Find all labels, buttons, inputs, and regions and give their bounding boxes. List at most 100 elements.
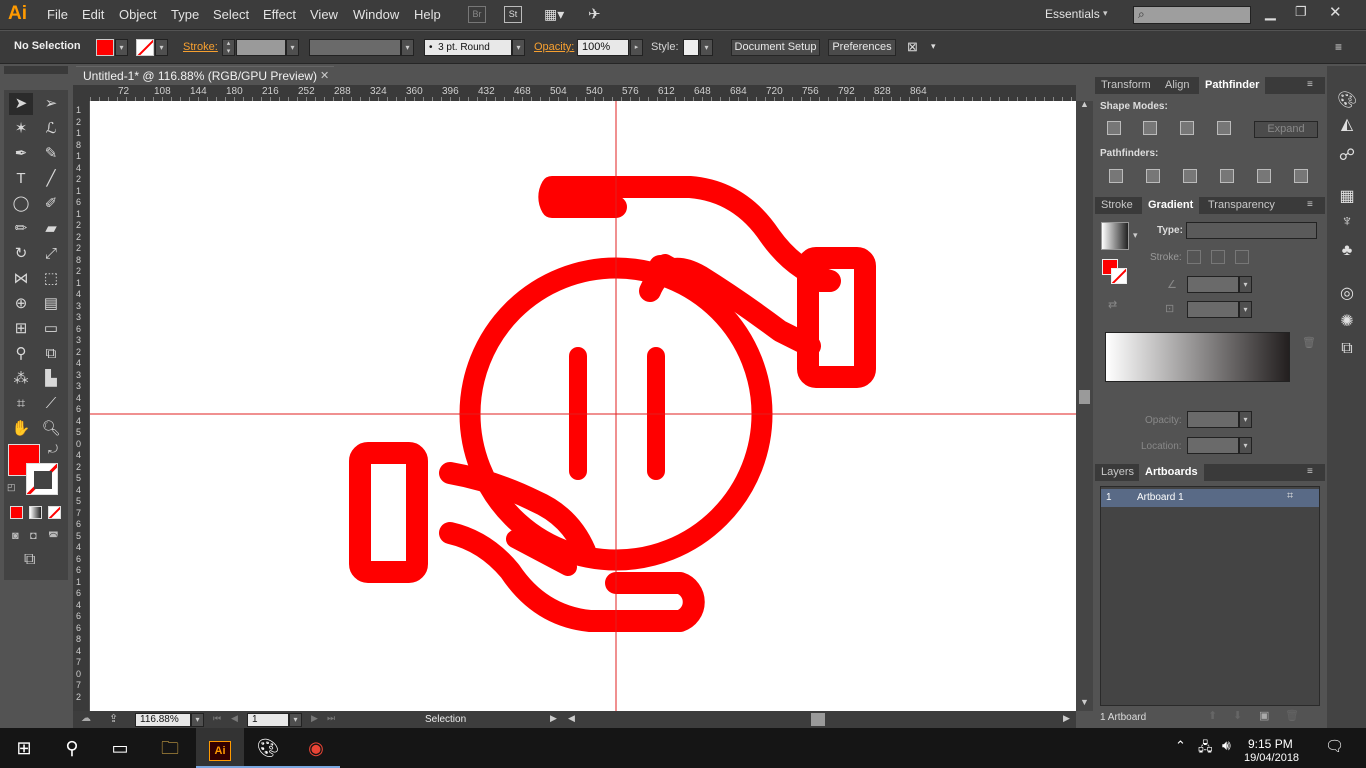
mesh-tool-icon[interactable]: ⊞	[9, 318, 33, 340]
workspace-chevron-icon[interactable]: ▾	[1103, 8, 1108, 19]
color-guide-icon[interactable]: ◭	[1337, 115, 1357, 135]
outline-icon[interactable]	[1257, 169, 1271, 183]
draw-inside-icon[interactable]: ◚	[48, 530, 59, 543]
color-mode-button[interactable]	[10, 506, 23, 519]
screen-mode-icon[interactable]: ⧉	[24, 551, 35, 569]
artboard-number-field[interactable]: 1	[247, 713, 289, 727]
close-tab-icon[interactable]: ✕	[320, 67, 329, 85]
pathfinder-menu-icon[interactable]: ≡	[1307, 79, 1313, 90]
divide-icon[interactable]	[1109, 169, 1123, 183]
exclude-icon[interactable]	[1217, 121, 1231, 135]
vertical-scrollbar[interactable]: ▲ ▼	[1076, 99, 1093, 711]
ruler-origin[interactable]	[73, 85, 90, 101]
task-view-icon[interactable]: ▭	[96, 728, 144, 768]
cortana-search-icon[interactable]: ⚲	[48, 728, 96, 768]
arrange-documents-icon[interactable]: ▦▾	[544, 6, 564, 23]
first-artboard-icon[interactable]: ⏮	[213, 713, 221, 724]
restore-icon[interactable]: ❐	[1295, 4, 1307, 20]
stop-location-dropdown[interactable]: ▾	[1239, 437, 1252, 454]
delete-stop-icon[interactable]: 🗑︎	[1302, 336, 1316, 349]
document-setup-button[interactable]: Document Setup	[731, 39, 820, 56]
stroke-weight-field[interactable]	[236, 39, 286, 56]
intersect-icon[interactable]	[1180, 121, 1194, 135]
perspective-grid-icon[interactable]: ▤	[39, 293, 63, 315]
gradient-type-select[interactable]	[1186, 222, 1317, 239]
vertical-scroll-thumb[interactable]	[1079, 390, 1090, 404]
tab-transform[interactable]: Transform	[1095, 77, 1157, 94]
artboard-options-icon[interactable]: ⌗	[1287, 490, 1293, 503]
menu-file[interactable]: File	[47, 7, 68, 22]
tab-layers[interactable]: Layers	[1095, 464, 1140, 481]
none-mode-button[interactable]	[48, 506, 61, 519]
move-up-icon[interactable]: ⬆	[1208, 709, 1217, 722]
align-chevron-icon[interactable]: ▾	[931, 41, 936, 52]
preferences-button[interactable]: Preferences	[828, 39, 896, 56]
hand-bottom-cuff[interactable]	[349, 442, 428, 583]
paint-app-icon[interactable]: 🎨︎	[244, 728, 292, 768]
hand-tool-icon[interactable]: ✋	[9, 418, 33, 440]
delete-artboard-icon[interactable]: 🗑︎	[1285, 709, 1299, 722]
reverse-gradient-icon[interactable]: ⇄	[1108, 298, 1117, 311]
variable-width-dropdown[interactable]: ▾	[401, 39, 414, 56]
paintbrush-icon[interactable]: ✐	[39, 193, 63, 215]
shape-builder-icon[interactable]: ⊕	[9, 293, 33, 315]
volume-icon[interactable]: 🔊︎	[1222, 737, 1231, 754]
variable-width-profile[interactable]	[309, 39, 401, 56]
line-tool-icon[interactable]: ╱	[39, 168, 63, 190]
stop-opacity-dropdown[interactable]: ▾	[1239, 411, 1252, 428]
clock-date[interactable]: 19/04/2018	[1244, 752, 1299, 764]
pen-tool-icon[interactable]: ✒	[9, 143, 33, 165]
align-icon[interactable]: ⊠	[907, 39, 918, 55]
stroke-within-icon[interactable]	[1187, 250, 1201, 264]
gradient-mode-button[interactable]	[29, 506, 42, 519]
brush-definition[interactable]: • 3 pt. Round	[424, 39, 512, 56]
zoom-dropdown[interactable]: ▾	[191, 713, 204, 727]
status-menu-icon[interactable]: ▶	[550, 713, 557, 724]
draw-behind-icon[interactable]: ◘	[30, 530, 37, 542]
swatches-icon[interactable]: ▦	[1337, 187, 1357, 207]
artboard-canvas[interactable]	[90, 101, 1076, 711]
brushes-icon[interactable]: ♆	[1337, 212, 1357, 232]
start-button-icon[interactable]: ⊞	[0, 728, 48, 768]
menu-effect[interactable]: Effect	[263, 7, 296, 22]
cc-libraries-icon[interactable]: ☁	[81, 713, 91, 724]
style-dropdown[interactable]: ▾	[700, 39, 713, 56]
merge-icon[interactable]	[1183, 169, 1197, 183]
gradient-preset-chevron-icon[interactable]: ▾	[1133, 230, 1138, 241]
symbol-sprayer-icon[interactable]: ⁂	[9, 368, 33, 390]
crop-icon[interactable]	[1220, 169, 1234, 183]
magic-wand-icon[interactable]: ✶	[9, 118, 33, 140]
column-graph-icon[interactable]: ▙	[39, 368, 63, 390]
rotate-tool-icon[interactable]: ↻	[9, 243, 33, 265]
menu-select[interactable]: Select	[213, 7, 249, 22]
bridge-button[interactable]: Br	[468, 6, 486, 23]
type-tool-icon[interactable]: T	[9, 168, 33, 190]
blend-tool-icon[interactable]: ⧉	[39, 343, 63, 365]
lasso-icon[interactable]: ℒ	[39, 118, 63, 140]
tab-transparency[interactable]: Transparency	[1202, 197, 1281, 214]
minus-front-icon[interactable]	[1143, 121, 1157, 135]
toolbox-grip[interactable]	[4, 66, 68, 74]
minimize-icon[interactable]: ▁	[1265, 4, 1276, 21]
document-tab[interactable]: Untitled-1* @ 116.88% (RGB/GPU Preview) …	[76, 66, 334, 84]
menu-window[interactable]: Window	[353, 7, 399, 22]
swap-colors-icon[interactable]: ⤾	[48, 442, 58, 457]
share-icon[interactable]: ⇪	[109, 712, 118, 725]
new-artboard-icon[interactable]: ▣	[1259, 709, 1269, 722]
default-colors-icon[interactable]: ◰	[7, 482, 16, 493]
eraser-icon[interactable]: ▰	[39, 218, 63, 240]
stroke-along-icon[interactable]	[1211, 250, 1225, 264]
draw-normal-icon[interactable]: ◙	[12, 530, 19, 542]
aspect-ratio-field[interactable]	[1187, 301, 1239, 318]
tab-pathfinder[interactable]: Pathfinder	[1199, 77, 1266, 94]
stroke-weight-stepper[interactable]: ▴ ▾	[222, 39, 235, 56]
angle-field[interactable]	[1187, 276, 1239, 293]
scroll-down-icon[interactable]: ▼	[1080, 697, 1089, 707]
last-artboard-icon[interactable]: ⏭	[327, 713, 335, 724]
symbols-icon[interactable]: ♣	[1337, 241, 1357, 261]
move-down-icon[interactable]: ⬇	[1233, 709, 1242, 722]
gradient-stroke-swatch[interactable]	[1111, 268, 1127, 284]
zoom-tool-icon[interactable]: 🔍︎	[39, 418, 63, 440]
horizontal-scroll-thumb[interactable]	[811, 713, 825, 726]
menu-object[interactable]: Object	[119, 7, 157, 22]
